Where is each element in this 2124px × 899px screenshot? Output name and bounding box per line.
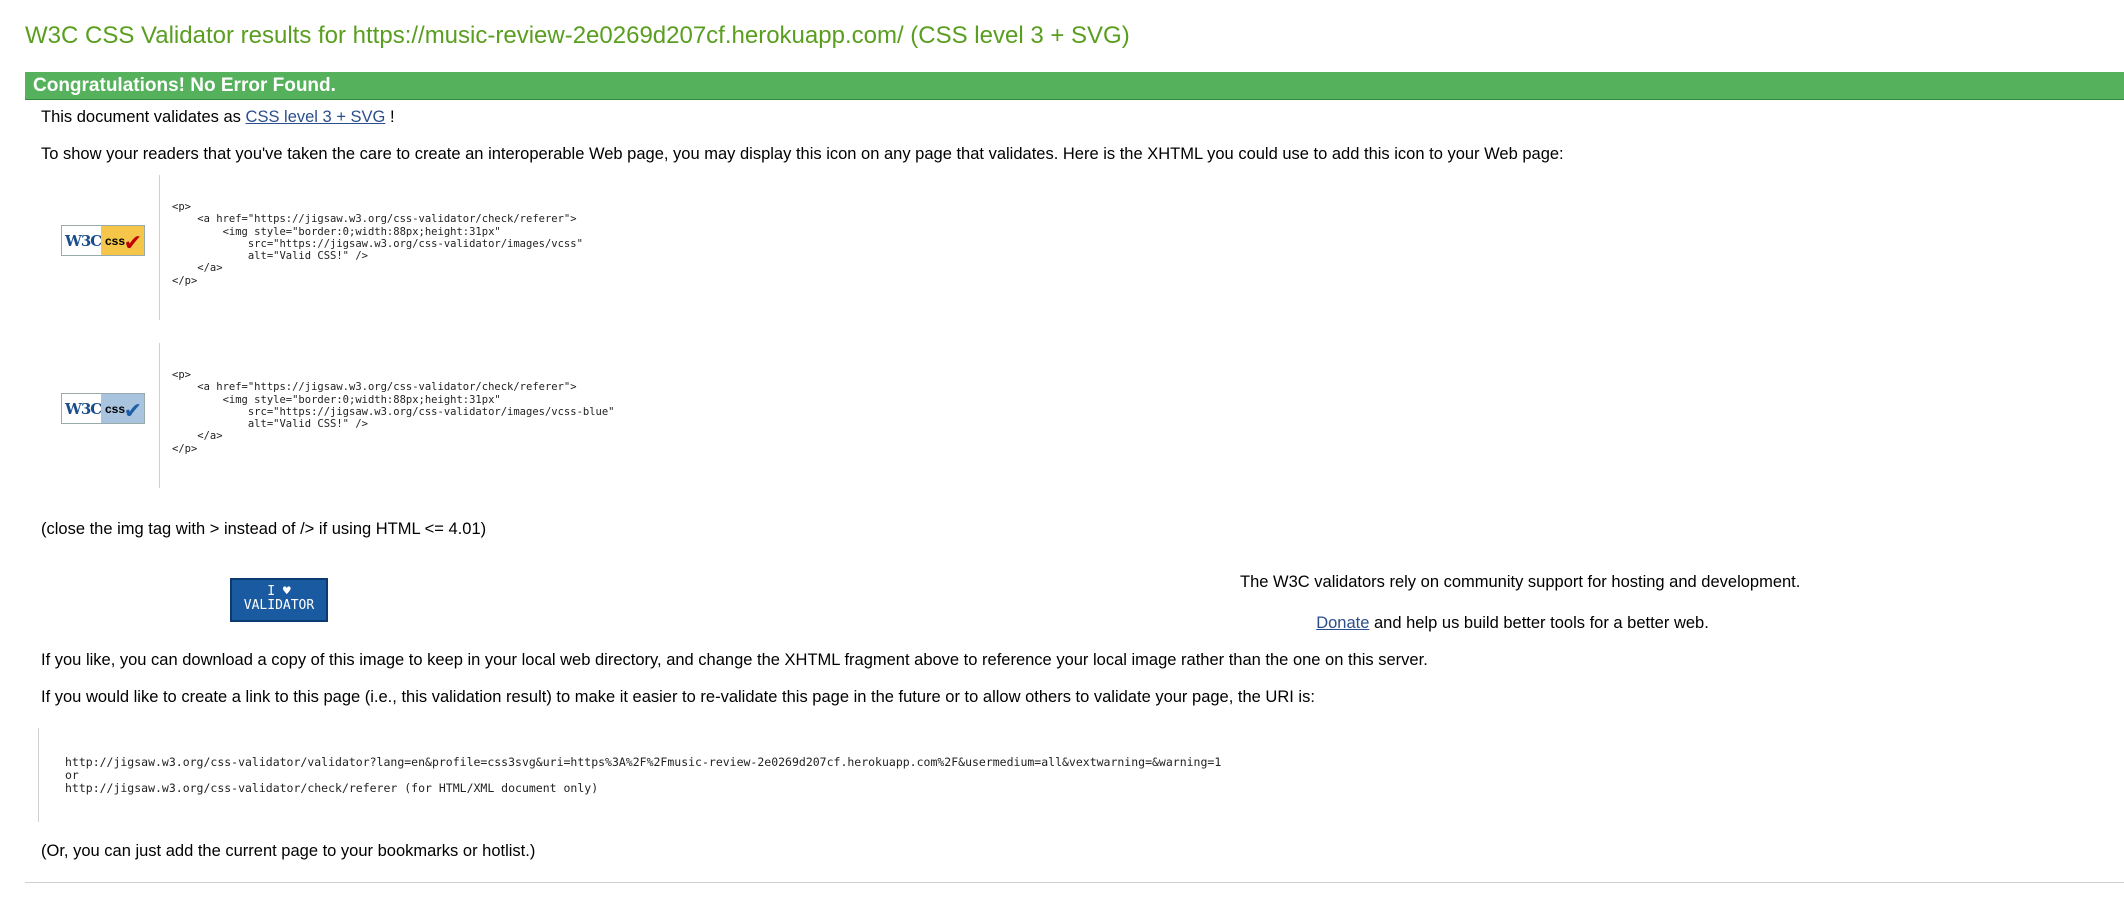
validates-suffix: ! (389, 108, 395, 126)
valid-css-gold-badge[interactable]: W3C css ✔ (61, 225, 145, 256)
validates-line: This document validates as CSS level 3 +… (41, 108, 395, 127)
donate-after-text: and help us build better tools for a bet… (1374, 614, 1709, 632)
link-text: If you would like to create a link to th… (41, 688, 1315, 706)
uri-text[interactable]: http://jigsaw.w3.org/css-validator/valid… (65, 756, 1221, 795)
code-text: <p> <a href="https://jigsaw.w3.org/css-v… (172, 369, 615, 455)
validator-badge-line2: VALIDATOR (243, 598, 315, 613)
uri-box: http://jigsaw.w3.org/css-validator/valid… (38, 728, 1289, 822)
code-snippet-blue: <p> <a href="https://jigsaw.w3.org/css-v… (159, 343, 615, 488)
donate-support-text: The W3C validators rely on community sup… (1240, 573, 1801, 591)
valid-css-blue-badge[interactable]: W3C css ✔ (61, 393, 145, 424)
intro-text: To show your readers that you've taken t… (41, 145, 1564, 163)
page-title: W3C CSS Validator results for https://mu… (25, 22, 1130, 49)
css-profile-link[interactable]: CSS level 3 + SVG (246, 108, 386, 126)
success-message: Congratulations! No Error Found. (33, 75, 336, 96)
checkmark-icon: ✔ (123, 230, 142, 255)
divider (25, 882, 2124, 883)
code-text: <p> <a href="https://jigsaw.w3.org/css-v… (172, 201, 583, 287)
validator-badge-line1: I ♥ (267, 584, 291, 599)
success-banner: Congratulations! No Error Found. (25, 72, 2124, 100)
download-text: If you like, you can download a copy of … (41, 651, 1428, 669)
w3c-logo-text: W3C (65, 399, 102, 418)
i-love-validator-badge[interactable]: I ♥ VALIDATOR (230, 578, 328, 622)
w3c-logo-text: W3C (65, 231, 102, 250)
validates-prefix: This document validates as (41, 108, 241, 126)
close-tag-note: (close the img tag with > instead of /> … (41, 520, 487, 538)
code-snippet-gold: <p> <a href="https://jigsaw.w3.org/css-v… (159, 175, 583, 320)
donate-line: Donate and help us build better tools fo… (1240, 614, 1785, 633)
checkmark-icon: ✔ (123, 398, 142, 423)
donate-link[interactable]: Donate (1316, 614, 1369, 632)
bookmark-note: (Or, you can just add the current page t… (41, 842, 536, 860)
